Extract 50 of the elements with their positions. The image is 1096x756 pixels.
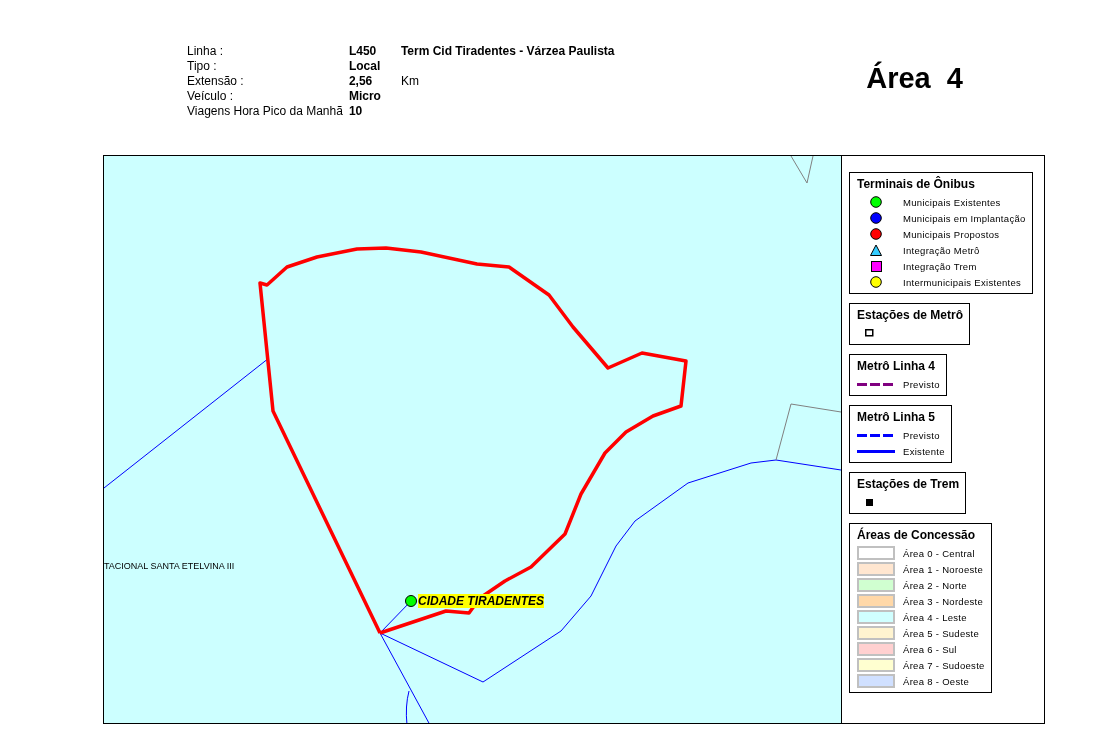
legend-title: Estações de Metrô <box>857 308 964 322</box>
terminal-label: CIDADE TIRADENTES <box>418 594 544 608</box>
legend-label: Integração Trem <box>903 260 977 272</box>
color-swatch <box>857 578 895 592</box>
legend-label: Previsto <box>903 429 940 441</box>
legend-label: Municipais em Implantação <box>903 212 1026 224</box>
color-swatch <box>857 674 895 688</box>
legend-label: Área 1 - Noroeste <box>903 563 984 575</box>
field-extra: Km <box>400 74 420 88</box>
color-swatch <box>857 546 895 560</box>
legend-title: Áreas de Concessão <box>857 528 977 542</box>
legend-label: Área 2 - Norte <box>903 579 967 591</box>
field-value: L450 <box>348 44 378 58</box>
field-value: Local <box>348 59 381 73</box>
legend-label: Área 8 - Oeste <box>903 675 969 687</box>
color-swatch <box>857 562 895 576</box>
color-swatch <box>857 626 895 640</box>
place-label: TACIONAL SANTA ETELVINA III <box>104 561 235 571</box>
field-value: 10 <box>348 104 364 118</box>
legend-label: Municipais Propostos <box>903 228 1000 240</box>
boundary-line <box>775 403 841 461</box>
color-swatch <box>857 642 895 656</box>
field-value: 2,56 <box>348 74 374 88</box>
legend-label: Área 7 - Sudoeste <box>903 659 985 671</box>
legend-label: Área 0 - Central <box>903 547 975 559</box>
field-label: Extensão : <box>187 74 245 88</box>
field-value: Micro <box>348 89 381 103</box>
legend-label: Previsto <box>903 378 940 390</box>
legend-label: Municipais Existentes <box>903 196 1001 208</box>
boundary-line <box>790 156 814 184</box>
legend-label: Área 5 - Sudeste <box>903 627 980 639</box>
legend-title: Terminais de Ônibus <box>857 177 976 191</box>
legend-title: Estações de Trem <box>857 477 960 491</box>
legend-title: Metrô Linha 5 <box>857 410 936 424</box>
legend-label: Área 4 - Leste <box>903 611 967 623</box>
legend-title: Metrô Linha 4 <box>857 359 936 373</box>
legend-label: Existente <box>903 445 945 457</box>
field-label: Linha : <box>187 44 225 58</box>
legend-label: Integração Metrô <box>903 244 980 256</box>
color-swatch <box>857 594 895 608</box>
color-swatch <box>857 610 895 624</box>
legend-label: Intermunicipais Existentes <box>903 276 1022 288</box>
color-swatch <box>857 658 895 672</box>
field-label: Tipo : <box>187 59 218 73</box>
legend-label: Área 6 - Sul <box>903 643 957 655</box>
field-label: Veículo : <box>187 89 235 103</box>
area-title: Área 4 <box>866 62 963 95</box>
legend-label: Área 3 - Nordeste <box>903 595 984 607</box>
field-extra: Term Cid Tiradentes - Várzea Paulista <box>400 44 615 58</box>
field-label: Viagens Hora Pico da Manhã <box>187 104 343 118</box>
